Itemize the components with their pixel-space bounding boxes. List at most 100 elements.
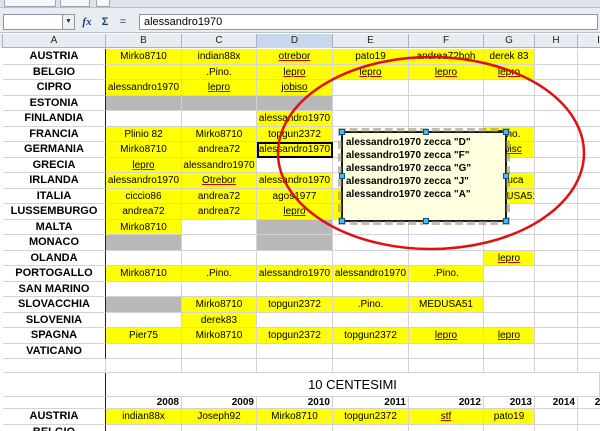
country-label[interactable]: BELGIO — [3, 64, 106, 80]
grid-cell[interactable] — [182, 281, 257, 297]
grid-cell[interactable] — [578, 204, 600, 220]
grid-cell[interactable] — [106, 111, 182, 127]
country-label[interactable]: ITALIA — [3, 188, 106, 204]
grid-cell[interactable]: Mirko8710 — [182, 126, 257, 142]
grid-cell[interactable] — [106, 250, 182, 266]
grid-cell[interactable] — [257, 157, 333, 173]
sum-icon[interactable]: Σ — [99, 15, 111, 29]
grid-cell[interactable] — [409, 95, 484, 111]
grid-cell[interactable]: stf — [409, 409, 484, 425]
column-header-e[interactable]: E — [333, 34, 409, 48]
country-label[interactable]: GRECIA — [3, 157, 106, 173]
column-header-b[interactable]: B — [106, 34, 182, 48]
grid-cell[interactable] — [409, 281, 484, 297]
grid-cell[interactable]: lepro — [484, 250, 535, 266]
year-header[interactable]: 2011 — [333, 397, 409, 409]
grid-cell[interactable] — [484, 343, 535, 359]
grid-cell[interactable]: Mirko8710 — [106, 219, 182, 235]
grid-cell[interactable]: Mirko8710 — [257, 409, 333, 425]
grid-cell[interactable]: andrea72 — [182, 188, 257, 204]
grid-cell[interactable] — [3, 373, 106, 397]
grid-cell[interactable] — [182, 95, 257, 111]
grid-cell[interactable] — [106, 297, 182, 313]
year-header[interactable]: 2009 — [182, 397, 257, 409]
country-label[interactable]: SPAGNA — [3, 328, 106, 344]
grid-cell[interactable] — [578, 266, 600, 282]
grid-cell[interactable]: jobiso — [257, 80, 333, 96]
section-title[interactable]: 10 CENTESIMI — [106, 373, 600, 397]
grid-cell[interactable] — [484, 111, 535, 127]
country-label[interactable]: OLANDA — [3, 250, 106, 266]
sheet-area[interactable]: ABCDEFGHI AUSTRIA Mirko8710 indian88x otreb… — [0, 34, 600, 431]
grid-cell[interactable]: ciccio86 — [106, 188, 182, 204]
grid-cell[interactable]: .Pino. — [182, 64, 257, 80]
font-size-box[interactable] — [60, 0, 90, 7]
grid-cell[interactable] — [535, 173, 578, 189]
country-label[interactable]: SLOVACCHIA — [3, 297, 106, 313]
grid-cell[interactable] — [535, 343, 578, 359]
country-label[interactable]: IRLANDA — [3, 173, 106, 189]
grid-cell[interactable] — [106, 95, 182, 111]
grid-cell[interactable] — [257, 359, 333, 373]
country-label[interactable]: GERMANIA — [3, 142, 106, 158]
grid-cell[interactable]: agos1977 — [257, 188, 333, 204]
grid-cell[interactable] — [484, 297, 535, 313]
grid-cell[interactable] — [578, 158, 600, 173]
grid-cell[interactable]: lepro — [333, 64, 409, 80]
grid-cell[interactable] — [535, 266, 578, 282]
grid-cell[interactable] — [409, 359, 484, 373]
grid-cell[interactable] — [535, 188, 578, 204]
comment-popup[interactable]: alessandro1970 zecca "D" alessandro1970 z… — [338, 128, 510, 225]
grid-cell[interactable]: .Pino. — [409, 266, 484, 282]
function-wizard-icon[interactable]: fx — [80, 15, 94, 29]
grid-cell[interactable]: topgun2372 — [333, 328, 409, 344]
column-header-c[interactable]: C — [182, 34, 257, 48]
grid-cell[interactable] — [333, 343, 409, 359]
grid-cell[interactable] — [535, 424, 578, 431]
grid-cell[interactable] — [3, 359, 106, 373]
grid-cell[interactable] — [578, 127, 600, 142]
grid-cell[interactable] — [578, 49, 600, 65]
font-name-box[interactable] — [4, 0, 56, 7]
grid-cell[interactable] — [333, 250, 409, 266]
grid-cell[interactable] — [535, 250, 578, 266]
grid-cell[interactable] — [535, 359, 578, 373]
grid-cell[interactable] — [484, 312, 535, 328]
column-header-f[interactable]: F — [409, 34, 484, 48]
grid-cell[interactable] — [257, 343, 333, 359]
country-label[interactable]: PORTOGALLO — [3, 266, 106, 282]
grid-cell[interactable] — [535, 297, 578, 313]
grid-cell[interactable]: derek 83 — [484, 49, 535, 65]
grid-cell[interactable] — [578, 344, 600, 359]
grid-cell[interactable]: Mirko8710 — [182, 297, 257, 313]
name-box[interactable]: ▼ — [3, 14, 75, 30]
grid-cell[interactable]: lepro — [409, 328, 484, 344]
grid-cell[interactable] — [257, 424, 333, 431]
resize-handle[interactable] — [339, 129, 345, 135]
grid-cell[interactable] — [578, 282, 600, 297]
grid-cell[interactable] — [182, 343, 257, 359]
grid-cell[interactable]: indian88x — [182, 49, 257, 65]
grid-cell[interactable]: Mirko8710 — [106, 266, 182, 282]
grid-cell[interactable] — [578, 96, 600, 111]
country-label[interactable]: AUSTRIA — [3, 49, 106, 65]
year-header[interactable]: 2015 — [578, 397, 600, 409]
grid-cell[interactable] — [535, 95, 578, 111]
year-header[interactable]: 2010 — [257, 397, 333, 409]
grid-cell[interactable]: .Pino. — [182, 266, 257, 282]
grid-cell[interactable]: alessandro1970 — [257, 266, 333, 282]
country-label[interactable]: MALTA — [3, 219, 106, 235]
grid-cell[interactable] — [578, 313, 600, 328]
grid-cell[interactable]: andrea72 — [182, 142, 257, 158]
grid-cell[interactable] — [535, 328, 578, 344]
grid-cell[interactable]: topgun2372 — [333, 409, 409, 425]
grid-cell[interactable] — [182, 250, 257, 266]
grid-cell[interactable] — [535, 235, 578, 251]
grid-cell[interactable] — [106, 235, 182, 251]
grid-cell[interactable]: Joseph92 — [182, 409, 257, 425]
column-header-g[interactable]: G — [484, 34, 535, 48]
grid-cell[interactable]: lepro — [484, 328, 535, 344]
grid-cell[interactable] — [578, 235, 600, 251]
year-header[interactable]: 2014 — [535, 397, 578, 409]
year-header[interactable]: 2013 — [484, 397, 535, 409]
